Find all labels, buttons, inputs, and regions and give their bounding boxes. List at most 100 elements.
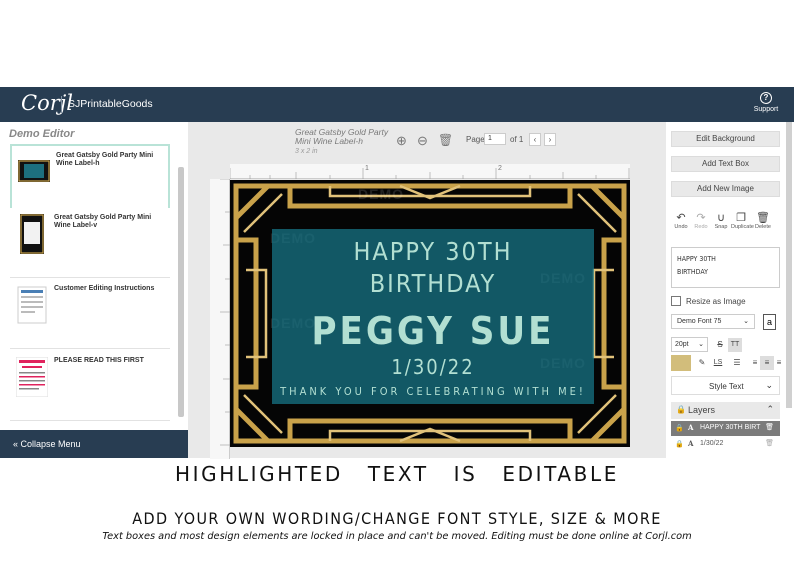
text-preview[interactable]: HAPPY 30TH BIRTHDAY <box>671 247 780 288</box>
snap-label: Snap <box>714 224 728 230</box>
align-right-icon[interactable]: ≡ <box>772 356 786 370</box>
editable-text-box[interactable]: HAPPY 30TH BIRTHDAY PEGGY SUE 1/30/22 TH… <box>272 229 594 404</box>
delete-label: Delete <box>755 224 771 230</box>
shop-name[interactable]: SJPrintableGoods <box>68 98 153 110</box>
top-bar: Corjl SJPrintableGoods ? Support <box>0 87 794 122</box>
font-size-select[interactable]: 20pt ⌄ <box>671 337 708 352</box>
layer-item[interactable]: 🔒 A 1/30/22 🗑 <box>671 437 780 452</box>
logo-divider <box>61 96 62 113</box>
redo-button[interactable]: ↷ Redo <box>691 212 711 230</box>
canvas-area: Great Gatsby Gold Party Mini Wine Label-… <box>188 122 666 459</box>
ruler-mark: 2 <box>498 165 502 172</box>
layers-label: Layers <box>688 405 716 415</box>
duplicate-button[interactable]: ❐ Duplicate <box>731 212 754 230</box>
resize-as-image-label: Resize as Image <box>686 297 746 306</box>
layers-panel-header[interactable]: 🔒 Layers ⌃ <box>671 402 780 419</box>
right-sidebar-scrollbar[interactable] <box>786 122 792 408</box>
template-thumbnail-horizontal <box>18 160 50 182</box>
vertical-ruler <box>210 179 230 459</box>
support-label: Support <box>753 106 779 113</box>
collapse-menu-button[interactable]: « Collapse Menu <box>0 430 188 458</box>
corjl-editor: Corjl SJPrintableGoods ? Support Demo Ed… <box>0 87 794 459</box>
delete-button[interactable]: 🗑 Delete <box>753 212 773 230</box>
left-sidebar: Demo Editor Great Gatsby Gold Party Mini… <box>0 122 188 458</box>
right-sidebar: Edit Background Add Text Box Add New Ima… <box>666 122 794 458</box>
template-label: PLEASE READ THIS FIRST <box>54 357 144 364</box>
magnet-icon: ∪ <box>716 212 726 224</box>
trash-icon[interactable]: 🗑 <box>438 133 453 147</box>
redo-icon: ↷ <box>696 212 706 224</box>
undo-icon: ↶ <box>676 212 686 224</box>
line-height-icon[interactable]: ☰ <box>730 356 744 370</box>
horizontal-ruler: 1 2 <box>230 164 630 179</box>
trash-icon[interactable]: 🗑 <box>765 423 774 431</box>
template-item[interactable]: Customer Editing Instructions <box>10 279 170 349</box>
template-label: Great Gatsby Gold Party Mini Wine Label-… <box>54 214 152 229</box>
name-text[interactable]: PEGGY SUE <box>272 309 594 353</box>
chevron-up-icon: ⌃ <box>766 404 774 414</box>
document-size: 3 x 2 in <box>295 148 318 155</box>
template-label: Customer Editing Instructions <box>54 285 155 292</box>
headline-caption: HIGHLIGHTED TEXT IS EDITABLE <box>175 462 619 486</box>
text-layer-icon: A <box>688 439 694 448</box>
undo-label: Undo <box>674 224 688 230</box>
page-number-input[interactable]: 1 <box>484 133 506 145</box>
date-text[interactable]: 1/30/22 <box>272 355 594 379</box>
duplicate-label: Duplicate <box>731 224 754 230</box>
template-label: Great Gatsby Gold Party Mini Wine Label-… <box>56 152 154 167</box>
font-value: Demo Font 75 <box>677 318 722 325</box>
next-page-button[interactable]: › <box>544 133 556 146</box>
letter-spacing-icon[interactable]: LS <box>711 356 725 370</box>
ruler-mark: 1 <box>365 165 369 172</box>
zoom-out-icon[interactable]: ⊖ <box>417 133 428 149</box>
corjl-logo[interactable]: Corjl <box>21 91 73 115</box>
duplicate-icon: ❐ <box>736 212 746 224</box>
style-text-label: Style Text <box>709 382 744 391</box>
template-thumbnail-instructions <box>17 286 47 324</box>
chevron-down-icon: ⌄ <box>698 341 704 348</box>
trash-icon: 🗑 <box>756 212 770 224</box>
double-chevron-left-icon: « <box>13 439 19 449</box>
text-color-swatch[interactable] <box>671 355 691 371</box>
document-title: Great Gatsby Gold Party Mini Wine Label-… <box>295 127 389 146</box>
font-size-value: 20pt <box>675 341 689 348</box>
birthday-text[interactable]: BIRTHDAY <box>272 269 594 298</box>
font-select[interactable]: Demo Font 75 ⌄ <box>671 314 755 329</box>
template-item[interactable]: Great Gatsby Gold Party Mini Wine Label-… <box>10 144 170 214</box>
strikethrough-icon[interactable]: S <box>713 338 727 352</box>
trash-icon[interactable]: 🗑 <box>765 439 774 447</box>
add-new-image-button[interactable]: Add New Image <box>671 181 780 197</box>
demo-watermark: DEMO <box>358 186 404 202</box>
undo-button[interactable]: ↶ Undo <box>671 212 691 230</box>
eyedropper-icon[interactable]: ✎ <box>695 356 709 370</box>
page-label: Page <box>466 135 485 144</box>
layer-name: HAPPY 30TH BIRT <box>700 424 761 431</box>
edit-background-button[interactable]: Edit Background <box>671 131 780 147</box>
resize-as-image-checkbox[interactable] <box>671 296 681 306</box>
font-upload-icon[interactable]: a <box>763 314 776 330</box>
all-caps-icon[interactable]: TT <box>728 338 742 352</box>
style-text-button[interactable]: Style Text ⌄ <box>671 376 780 395</box>
layer-name: 1/30/22 <box>700 440 724 447</box>
thank-you-text[interactable]: THANK YOU FOR CELEBRATING WITH ME! <box>272 385 594 398</box>
template-thumbnail-vertical <box>20 214 44 254</box>
lock-icon: 🔒 <box>675 425 684 432</box>
add-text-box-button[interactable]: Add Text Box <box>671 156 780 172</box>
template-item[interactable]: Great Gatsby Gold Party Mini Wine Label-… <box>10 208 170 278</box>
text-layer-icon: A <box>688 423 694 432</box>
chevron-down-icon: ⌄ <box>743 318 749 325</box>
template-item[interactable]: PLEASE READ THIS FIRST <box>10 351 170 421</box>
sidebar-scrollbar[interactable] <box>178 167 184 417</box>
happy-30th-text[interactable]: HAPPY 30TH <box>272 237 594 266</box>
zoom-in-icon[interactable]: ⊕ <box>396 133 407 149</box>
design-canvas[interactable]: DEMO DEMO DEMO DEMO DEMO HAPPY 30TH BIRT… <box>230 180 630 447</box>
page-count: of 1 <box>510 135 524 144</box>
lock-icon: 🔒 <box>676 405 686 414</box>
template-thumbnail-attention <box>16 357 48 397</box>
help-icon: ? <box>760 92 772 104</box>
prev-page-button[interactable]: ‹ <box>529 133 541 146</box>
support-button[interactable]: ? Support <box>751 92 781 113</box>
collapse-menu-label: Collapse Menu <box>20 439 81 449</box>
layer-item[interactable]: 🔒 A HAPPY 30TH BIRT 🗑 <box>671 421 780 436</box>
snap-button[interactable]: ∪ Snap <box>711 212 731 230</box>
